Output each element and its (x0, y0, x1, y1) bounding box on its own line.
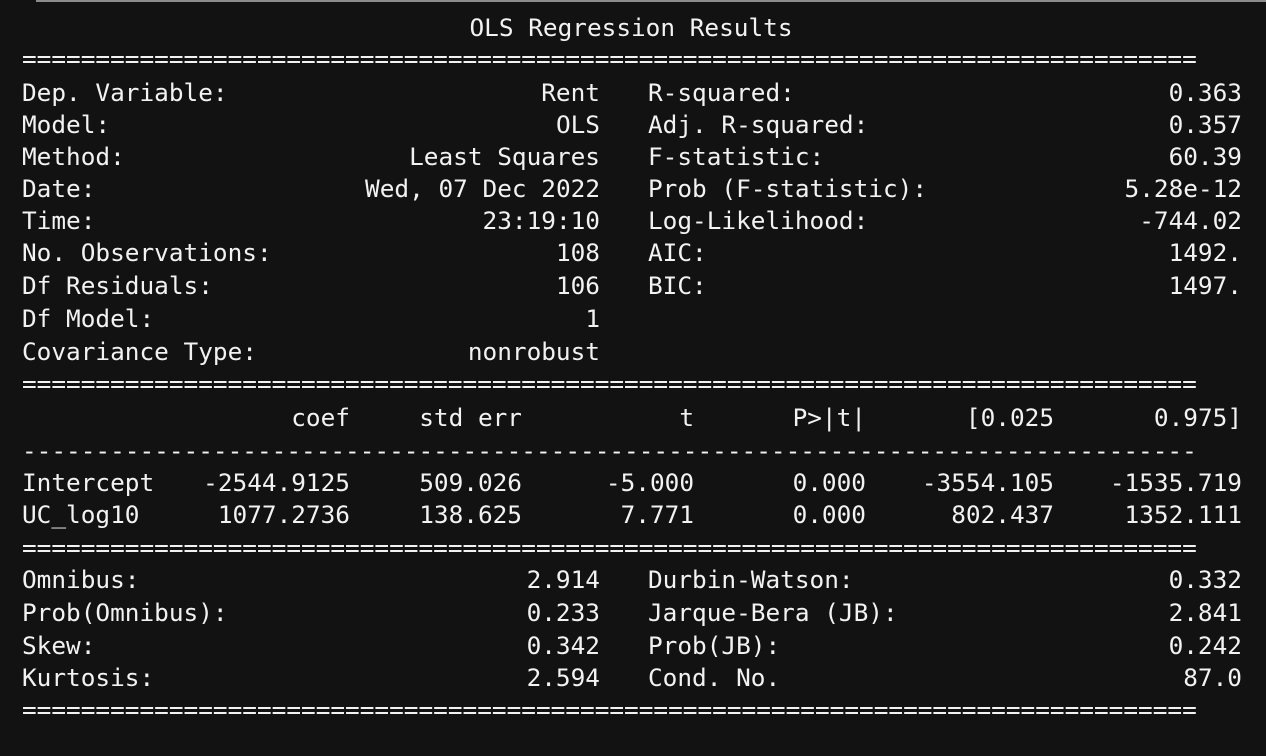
summary-value: Rent (541, 78, 600, 107)
diagnostic-stat-value: 87.0 (1183, 663, 1242, 692)
column-header-std-err: std err (419, 403, 522, 432)
ci-low-value: 802.437 (951, 500, 1054, 529)
diagnostic-value: 0.342 (526, 631, 600, 660)
summary-stat-label (648, 336, 1028, 368)
summary-value: Wed, 07 Dec 2022 (365, 174, 600, 203)
summary-stat-value: 1492. (1168, 238, 1242, 267)
summary-stat-value: 0.363 (1168, 78, 1242, 107)
window-top-border (36, 0, 1266, 2)
summary-value: 23:19:10 (482, 206, 600, 235)
ci-high-value: -1535.719 (1109, 468, 1242, 497)
row-name: Intercept (22, 468, 155, 497)
diagnostic-stat-label: Prob(JB): (648, 631, 781, 660)
diagnostic-stat-value: 0.332 (1168, 565, 1242, 594)
diagnostic-stat-label: Durbin-Watson: (648, 565, 854, 594)
diagnostic-stat-value: 2.841 (1168, 598, 1242, 627)
summary-value: Least Squares (409, 142, 600, 171)
column-header-ci-high: 0.975] (1153, 403, 1242, 432)
summary-value: 106 (555, 271, 600, 300)
diagnostic-row: Prob(Omnibus): 0.233 Jarque-Bera (JB): 2… (0, 597, 1266, 629)
summary-row: Method: Least Squares F-statistic: 60.39 (0, 141, 1266, 173)
summary-row: Date: Wed, 07 Dec 2022 Prob (F-statistic… (0, 173, 1266, 205)
diagnostic-stat-label: Jarque-Bera (JB): (648, 598, 898, 627)
column-header-t: t (679, 403, 694, 432)
diagnostic-stat-value: 0.242 (1168, 631, 1242, 660)
summary-row: Df Model: 1 (0, 303, 1266, 335)
page-title: OLS Regression Results (469, 13, 793, 42)
table-row: UC_log10 1077.2736 138.625 7.771 0.000 8… (0, 499, 1266, 531)
summary-stat-label: F-statistic: (648, 142, 825, 171)
summary-stat-value: -744.02 (1139, 206, 1242, 235)
p-value: 0.000 (792, 500, 866, 529)
summary-stat-value: 5.28e-12 (1124, 174, 1242, 203)
summary-row: No. Observations: 108 AIC: 1492. (0, 237, 1266, 269)
column-header-ci-low: [0.025 (965, 403, 1054, 432)
std-err-value: 509.026 (419, 468, 522, 497)
summary-stat-value: 0.357 (1168, 110, 1242, 139)
double-rule: ========================================… (22, 51, 1197, 67)
double-rule: ========================================… (22, 702, 1197, 718)
diagnostic-row: Kurtosis: 2.594 Cond. No. 87.0 (0, 662, 1266, 694)
summary-row: Model: OLS Adj. R-squared: 0.357 (0, 109, 1266, 141)
summary-stat-label: BIC: (648, 271, 707, 300)
summary-value: OLS (555, 110, 600, 139)
coef-value: 1077.2736 (217, 500, 350, 529)
diagnostic-row: Omnibus: 2.914 Durbin-Watson: 0.332 (0, 564, 1266, 596)
coef-value: -2544.9125 (203, 468, 350, 497)
column-header-coef: coef (291, 403, 350, 432)
summary-stat-label: Prob (F-statistic): (648, 174, 928, 203)
single-rule: ----------------------------------------… (22, 443, 1197, 459)
row-name: UC_log10 (22, 500, 140, 529)
summary-stat-label: AIC: (648, 238, 707, 267)
double-rule: ========================================… (22, 540, 1197, 556)
diagnostic-value: 0.233 (526, 598, 600, 627)
summary-value: nonrobust (467, 337, 600, 366)
double-rule: ========================================… (22, 376, 1197, 392)
column-header-p-value: P>|t| (792, 403, 866, 432)
summary-stat-label: Adj. R-squared: (648, 110, 869, 139)
summary-row: Df Residuals: 106 BIC: 1497. (0, 270, 1266, 302)
summary-stat-label (648, 303, 1028, 335)
summary-value: 1 (585, 304, 600, 333)
diagnostic-stat-label: Cond. No. (648, 663, 781, 692)
summary-stat-value (1040, 336, 1242, 368)
diagnostic-value: 2.594 (526, 663, 600, 692)
summary-row: Dep. Variable: Rent R-squared: 0.363 (0, 77, 1266, 109)
summary-row: Covariance Type: nonrobust (0, 336, 1266, 368)
ci-low-value: -3554.105 (921, 468, 1054, 497)
ci-high-value: 1352.111 (1124, 500, 1242, 529)
summary-stat-label: R-squared: (648, 78, 795, 107)
coef-table-header: coef std err t P>|t| [0.025 0.975] (0, 402, 1266, 434)
diagnostic-row: Skew: 0.342 Prob(JB): 0.242 (0, 630, 1266, 662)
summary-stat-value: 60.39 (1168, 142, 1242, 171)
std-err-value: 138.625 (419, 500, 522, 529)
diagnostic-value: 2.914 (526, 565, 600, 594)
summary-row: Time: 23:19:10 Log-Likelihood: -744.02 (0, 205, 1266, 237)
table-row: Intercept -2544.9125 509.026 -5.000 0.00… (0, 467, 1266, 499)
t-value: 7.771 (620, 500, 694, 529)
summary-stat-value: 1497. (1168, 271, 1242, 300)
summary-value: 108 (555, 238, 600, 267)
summary-stat-label: Log-Likelihood: (648, 206, 869, 235)
summary-stat-value (1040, 303, 1242, 335)
t-value: -5.000 (605, 468, 694, 497)
p-value: 0.000 (792, 468, 866, 497)
